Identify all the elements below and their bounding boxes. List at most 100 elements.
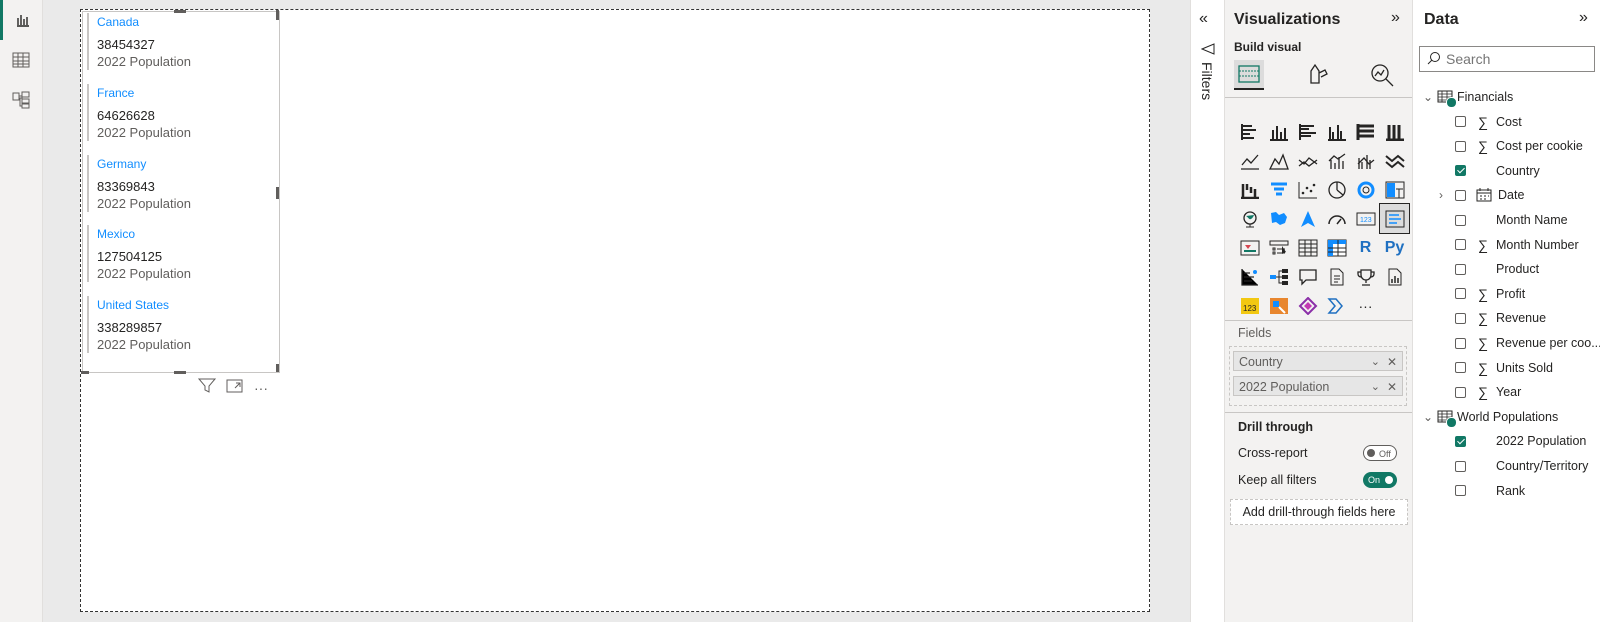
more-options-icon[interactable]: ··· bbox=[254, 380, 268, 396]
clustered-column-chart-icon[interactable] bbox=[1322, 117, 1351, 146]
field-well-country[interactable]: Country ⌄ ✕ bbox=[1233, 351, 1403, 371]
qna-icon[interactable] bbox=[1293, 262, 1322, 291]
search-box[interactable] bbox=[1419, 46, 1595, 72]
field-rank[interactable]: Rank bbox=[1455, 480, 1525, 502]
field-month-name[interactable]: Month Name bbox=[1455, 209, 1568, 231]
resize-handle[interactable] bbox=[81, 371, 89, 374]
table-node-financials[interactable]: ⌄ Financials bbox=[1423, 86, 1513, 108]
field-country[interactable]: Country bbox=[1455, 160, 1540, 182]
build-visual-tab[interactable] bbox=[1234, 60, 1264, 90]
power-apps-icon[interactable]: 123 bbox=[1235, 291, 1264, 320]
resize-handle[interactable] bbox=[174, 10, 186, 13]
remove-field-icon[interactable]: ✕ bbox=[1387, 377, 1397, 397]
100-stacked-column-chart-icon[interactable] bbox=[1380, 117, 1409, 146]
multi-row-card-icon[interactable] bbox=[1379, 203, 1410, 234]
search-input[interactable] bbox=[1446, 50, 1586, 68]
field-checkbox[interactable] bbox=[1455, 189, 1466, 201]
table-node-world-populations[interactable]: ⌄ World Populations bbox=[1423, 406, 1558, 428]
field-checkbox[interactable] bbox=[1455, 337, 1466, 349]
resize-handle[interactable] bbox=[276, 364, 279, 372]
table-icon[interactable] bbox=[1293, 233, 1322, 262]
line-and-stacked-column-chart-icon[interactable] bbox=[1322, 146, 1351, 175]
field-profit[interactable]: ∑ Profit bbox=[1455, 283, 1525, 305]
python-visual-icon[interactable]: Py bbox=[1380, 233, 1409, 262]
matrix-icon[interactable] bbox=[1322, 233, 1351, 262]
model-view-icon[interactable] bbox=[0, 80, 42, 120]
field-checkbox[interactable] bbox=[1455, 386, 1466, 398]
field-checkbox[interactable] bbox=[1455, 214, 1466, 226]
chevron-down-icon[interactable]: ⌄ bbox=[1423, 90, 1437, 104]
expand-right-icon[interactable]: » bbox=[1391, 9, 1400, 27]
chevron-down-icon[interactable]: ⌄ bbox=[1423, 410, 1437, 424]
cross-report-toggle[interactable]: Off bbox=[1363, 445, 1397, 461]
line-chart-icon[interactable] bbox=[1235, 146, 1264, 175]
power-automate-flow-icon[interactable] bbox=[1322, 291, 1351, 320]
stacked-bar-chart-icon[interactable] bbox=[1235, 117, 1264, 146]
add-drill-through-fields-dropzone[interactable]: Add drill-through fields here bbox=[1230, 499, 1408, 525]
power-automate-icon[interactable] bbox=[1264, 291, 1293, 320]
filters-collapsed-pane[interactable]: « Filters bbox=[1190, 0, 1225, 622]
kpi-icon[interactable] bbox=[1235, 233, 1264, 262]
field-date[interactable]: › Date bbox=[1439, 184, 1524, 206]
field-revenue-per-coo-[interactable]: ∑ Revenue per coo... bbox=[1455, 332, 1600, 354]
field-product[interactable]: Product bbox=[1455, 258, 1539, 280]
resize-handle[interactable] bbox=[174, 371, 186, 374]
chevron-down-icon[interactable]: ⌄ bbox=[1371, 352, 1380, 372]
card-icon[interactable]: 123 bbox=[1351, 204, 1380, 233]
field-country-territory[interactable]: Country/Territory bbox=[1455, 455, 1588, 477]
field-checkbox[interactable] bbox=[1455, 263, 1466, 275]
line-and-clustered-column-chart-icon[interactable] bbox=[1351, 146, 1380, 175]
field-checkbox[interactable] bbox=[1455, 460, 1466, 472]
field-checkbox[interactable] bbox=[1455, 435, 1466, 447]
resize-handle[interactable] bbox=[276, 10, 279, 20]
clustered-bar-chart-icon[interactable] bbox=[1293, 117, 1322, 146]
field-units-sold[interactable]: ∑ Units Sold bbox=[1455, 357, 1553, 379]
donut-chart-icon[interactable] bbox=[1351, 175, 1380, 204]
chevron-right-icon[interactable]: › bbox=[1439, 188, 1455, 202]
field-cost-per-cookie[interactable]: ∑ Cost per cookie bbox=[1455, 135, 1583, 157]
scatter-chart-icon[interactable] bbox=[1293, 175, 1322, 204]
field-month-number[interactable]: ∑ Month Number bbox=[1455, 234, 1579, 256]
key-influencers-icon[interactable] bbox=[1235, 262, 1264, 291]
field-checkbox[interactable] bbox=[1455, 288, 1466, 300]
analytics-icon[interactable] bbox=[1369, 63, 1395, 92]
keep-all-filters-toggle[interactable]: On bbox=[1363, 472, 1397, 488]
field-checkbox[interactable] bbox=[1455, 116, 1466, 128]
funnel-chart-icon[interactable] bbox=[1264, 175, 1293, 204]
field-cost[interactable]: ∑ Cost bbox=[1455, 111, 1522, 133]
remove-field-icon[interactable]: ✕ bbox=[1387, 352, 1397, 372]
treemap-icon[interactable] bbox=[1380, 175, 1409, 204]
field-checkbox[interactable] bbox=[1455, 485, 1466, 497]
field-checkbox[interactable] bbox=[1455, 362, 1466, 374]
waterfall-chart-icon[interactable] bbox=[1235, 175, 1264, 204]
format-visual-icon[interactable] bbox=[1305, 63, 1329, 90]
field-well-2022-population[interactable]: 2022 Population ⌄ ✕ bbox=[1233, 376, 1403, 396]
field-2022-population[interactable]: 2022 Population bbox=[1455, 430, 1586, 452]
focus-mode-icon[interactable] bbox=[226, 378, 244, 399]
field-checkbox[interactable] bbox=[1455, 239, 1466, 251]
azure-map-icon[interactable] bbox=[1293, 204, 1322, 233]
field-year[interactable]: ∑ Year bbox=[1455, 381, 1521, 403]
metrics-icon[interactable] bbox=[1351, 262, 1380, 291]
field-checkbox[interactable] bbox=[1455, 165, 1466, 177]
paginated-report-icon[interactable] bbox=[1380, 262, 1409, 291]
chevron-down-icon[interactable]: ⌄ bbox=[1371, 377, 1380, 397]
multi-row-card-visual[interactable]: Canada 38454327 2022 Population France 6… bbox=[81, 10, 280, 374]
collapse-left-icon[interactable]: « bbox=[1199, 10, 1208, 28]
expand-right-icon[interactable]: » bbox=[1579, 9, 1588, 27]
field-checkbox[interactable] bbox=[1455, 312, 1466, 324]
filled-map-icon[interactable] bbox=[1264, 204, 1293, 233]
more-visuals-icon[interactable]: ··· bbox=[1351, 291, 1380, 320]
pie-chart-icon[interactable] bbox=[1322, 175, 1351, 204]
decomposition-tree-icon[interactable] bbox=[1264, 262, 1293, 291]
filter-icon[interactable] bbox=[197, 378, 217, 399]
smart-narrative-icon[interactable] bbox=[1322, 262, 1351, 291]
map-icon[interactable] bbox=[1235, 204, 1264, 233]
field-revenue[interactable]: ∑ Revenue bbox=[1455, 307, 1546, 329]
resize-handle[interactable] bbox=[276, 187, 279, 199]
stacked-area-chart-icon[interactable] bbox=[1293, 146, 1322, 175]
gauge-icon[interactable] bbox=[1322, 204, 1351, 233]
area-chart-icon[interactable] bbox=[1264, 146, 1293, 175]
field-checkbox[interactable] bbox=[1455, 140, 1466, 152]
stacked-column-chart-icon[interactable] bbox=[1264, 117, 1293, 146]
